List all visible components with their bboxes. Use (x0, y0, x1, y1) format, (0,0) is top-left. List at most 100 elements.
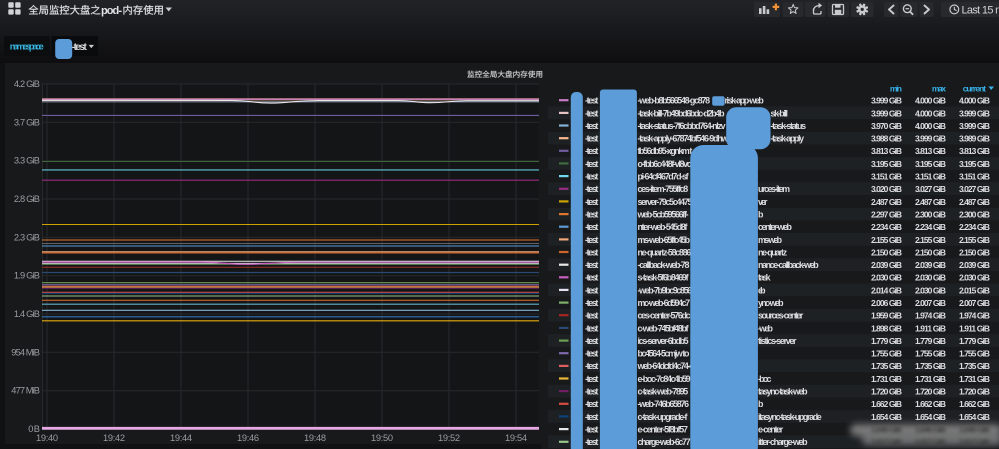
svg-text:1.662 GiB: 1.662 GiB (959, 399, 990, 409)
svg-text:19:50: 19:50 (371, 433, 393, 443)
svg-text:itasync-task-upgrade: itasync-task-upgrade (758, 412, 822, 422)
svg-text:pod-: pod- (101, 5, 122, 17)
svg-text:1.617 GiB: 1.617 GiB (871, 437, 902, 447)
svg-text:itter-charge-web: itter-charge-web (758, 437, 808, 447)
svg-text:sk-bill: sk-bill (771, 108, 789, 118)
svg-text:-test: -test (585, 121, 598, 131)
svg-text:2.300 GiB: 2.300 GiB (959, 210, 990, 220)
svg-text:-test: -test (585, 425, 598, 435)
svg-text:3.989 GiB: 3.989 GiB (959, 134, 990, 144)
svg-text:3.195 GiB: 3.195 GiB (915, 159, 946, 169)
svg-text:-test: -test (585, 210, 598, 220)
svg-text:1.646 GiB: 1.646 GiB (915, 425, 946, 435)
svg-text:4.000 GiB: 4.000 GiB (915, 96, 946, 106)
svg-text:1.779 GiB: 1.779 GiB (915, 336, 946, 346)
svg-text:-test: -test (585, 96, 598, 106)
svg-text:3.027 GiB: 3.027 GiB (959, 184, 990, 194)
svg-text:-test: -test (585, 108, 598, 118)
svg-text:3.999 GiB: 3.999 GiB (915, 134, 946, 144)
svg-text:risk-app-web: risk-app-web (725, 96, 765, 106)
svg-text:1.4 GiB: 1.4 GiB (14, 309, 40, 319)
svg-text:2.007 GiB: 2.007 GiB (915, 298, 946, 308)
svg-text:ync-web: ync-web (758, 298, 784, 308)
svg-text:-test: -test (585, 285, 598, 295)
svg-text:ver: ver (758, 197, 768, 207)
svg-text:3.813 GiB: 3.813 GiB (915, 146, 946, 156)
svg-text:2.487 GiB: 2.487 GiB (871, 197, 902, 207)
svg-text:-boc: -boc (758, 374, 771, 384)
svg-text:2.006 GiB: 2.006 GiB (871, 298, 902, 308)
svg-text:1.654 GiB: 1.654 GiB (959, 412, 990, 422)
svg-text:2.300 GiB: 2.300 GiB (915, 210, 946, 220)
svg-text:2.150 GiB: 2.150 GiB (871, 247, 902, 257)
svg-text:2.150 GiB: 2.150 GiB (915, 247, 946, 257)
svg-text:-task-bill-7b49bd6bdc-d2b4b: -task-bill-7b49bd6bdc-d2b4b (638, 108, 726, 118)
svg-text:3.999 GiB: 3.999 GiB (959, 108, 990, 118)
svg-text:b: b (758, 399, 764, 409)
svg-text:1.654 GiB: 1.654 GiB (915, 412, 946, 422)
svg-text:1.974 GiB: 1.974 GiB (915, 311, 946, 321)
svg-text:-test: -test (585, 273, 598, 283)
svg-text:s-task-5f6b8469f: s-task-5f6b8469f (638, 273, 689, 283)
svg-text:max: max (932, 84, 946, 94)
svg-text:3.151 GiB: 3.151 GiB (959, 172, 990, 182)
svg-text:web-64dcfd4c74-4: web-64dcfd4c74-4 (637, 361, 695, 371)
svg-text:4.000 GiB: 4.000 GiB (959, 96, 990, 106)
svg-text:1.974 GiB: 1.974 GiB (959, 311, 990, 321)
svg-text:3.195 GiB: 3.195 GiB (871, 159, 902, 169)
svg-text:nter-web-545d8f: nter-web-545d8f (638, 222, 688, 232)
svg-text:2.030 GiB: 2.030 GiB (915, 273, 946, 283)
svg-text:mc-web-6d594c7: mc-web-6d594c7 (638, 298, 691, 308)
svg-text:ics-server-6bdb5: ics-server-6bdb5 (638, 336, 689, 346)
svg-text:-test: -test (585, 361, 598, 371)
svg-text:2.297 GiB: 2.297 GiB (871, 210, 902, 220)
svg-text:bc4564-5cmjw to: bc4564-5cmjw to (638, 349, 690, 359)
svg-text:2.030 GiB: 2.030 GiB (915, 285, 946, 295)
svg-text:2.039 GiB: 2.039 GiB (915, 260, 946, 270)
svg-text:namespace: namespace (10, 42, 44, 52)
svg-text:1.755 GiB: 1.755 GiB (959, 349, 990, 359)
svg-text:-test: -test (585, 387, 598, 397)
svg-text:-test: -test (585, 235, 598, 245)
svg-text:-test: -test (585, 247, 598, 257)
svg-text:3.151 GiB: 3.151 GiB (871, 172, 902, 182)
svg-text:2.030 GiB: 2.030 GiB (959, 273, 990, 283)
svg-text:1.735 GiB: 1.735 GiB (915, 361, 946, 371)
svg-text:c-task-upgrade-f: c-task-upgrade-f (638, 412, 688, 422)
svg-text:1.646 GiB: 1.646 GiB (959, 425, 990, 435)
svg-text:1.646 GiB: 1.646 GiB (871, 425, 902, 435)
svg-text:1.779 GiB: 1.779 GiB (871, 336, 902, 346)
svg-text:3.7 GiB: 3.7 GiB (14, 117, 40, 127)
svg-text:ms-web-65ffc45b: ms-web-65ffc45b (638, 235, 691, 245)
svg-text:2.487 GiB: 2.487 GiB (959, 197, 990, 207)
svg-text:1.617 GiB: 1.617 GiB (915, 437, 946, 447)
svg-text:3.027 GiB: 3.027 GiB (915, 184, 946, 194)
svg-text:-test: -test (585, 184, 598, 194)
svg-text:1.898 GiB: 1.898 GiB (871, 323, 902, 333)
svg-text:1.720 GiB: 1.720 GiB (871, 387, 902, 397)
svg-text:tistics-server: tistics-server (758, 336, 797, 346)
svg-text:2.3 GiB: 2.3 GiB (14, 232, 40, 242)
svg-text:-test: -test (585, 437, 598, 447)
svg-text:3.813 GiB: 3.813 GiB (959, 146, 990, 156)
svg-text:3.3 GiB: 3.3 GiB (14, 156, 40, 166)
svg-text:ms-web: ms-web (758, 235, 783, 245)
svg-text:e-center-5f8bf57: e-center-5f8bf57 (638, 425, 688, 435)
svg-text:-test: -test (585, 323, 598, 333)
svg-text:-web-b8b566548-gc878: -web-b8b566548-gc878 (638, 96, 711, 106)
svg-text:-test: -test (585, 311, 598, 321)
svg-text:1.662 GiB: 1.662 GiB (871, 399, 902, 409)
svg-text:pi-64cf467d7d-sf: pi-64cf467d7d-sf (638, 172, 689, 182)
svg-text:-web-746b65876: -web-746b65876 (638, 399, 690, 409)
svg-text:charge-web-6c77: charge-web-6c77 (638, 437, 691, 447)
svg-text:2.015 GiB: 2.015 GiB (959, 285, 990, 295)
svg-text:1.662 GiB: 1.662 GiB (915, 399, 946, 409)
svg-text:1.617 GiB: 1.617 GiB (959, 437, 990, 447)
svg-text:-task-status-7f6cbbd764-nlzv: -task-status-7f6cbbd764-nlzv (638, 121, 726, 131)
svg-text:3.988 GiB: 3.988 GiB (871, 134, 902, 144)
svg-text:-test: -test (585, 412, 598, 422)
svg-text:1.731 GiB: 1.731 GiB (959, 374, 990, 384)
svg-text:2.039 GiB: 2.039 GiB (959, 260, 990, 270)
svg-text:1.735 GiB: 1.735 GiB (959, 361, 990, 371)
svg-text:2.150 GiB: 2.150 GiB (959, 247, 990, 257)
